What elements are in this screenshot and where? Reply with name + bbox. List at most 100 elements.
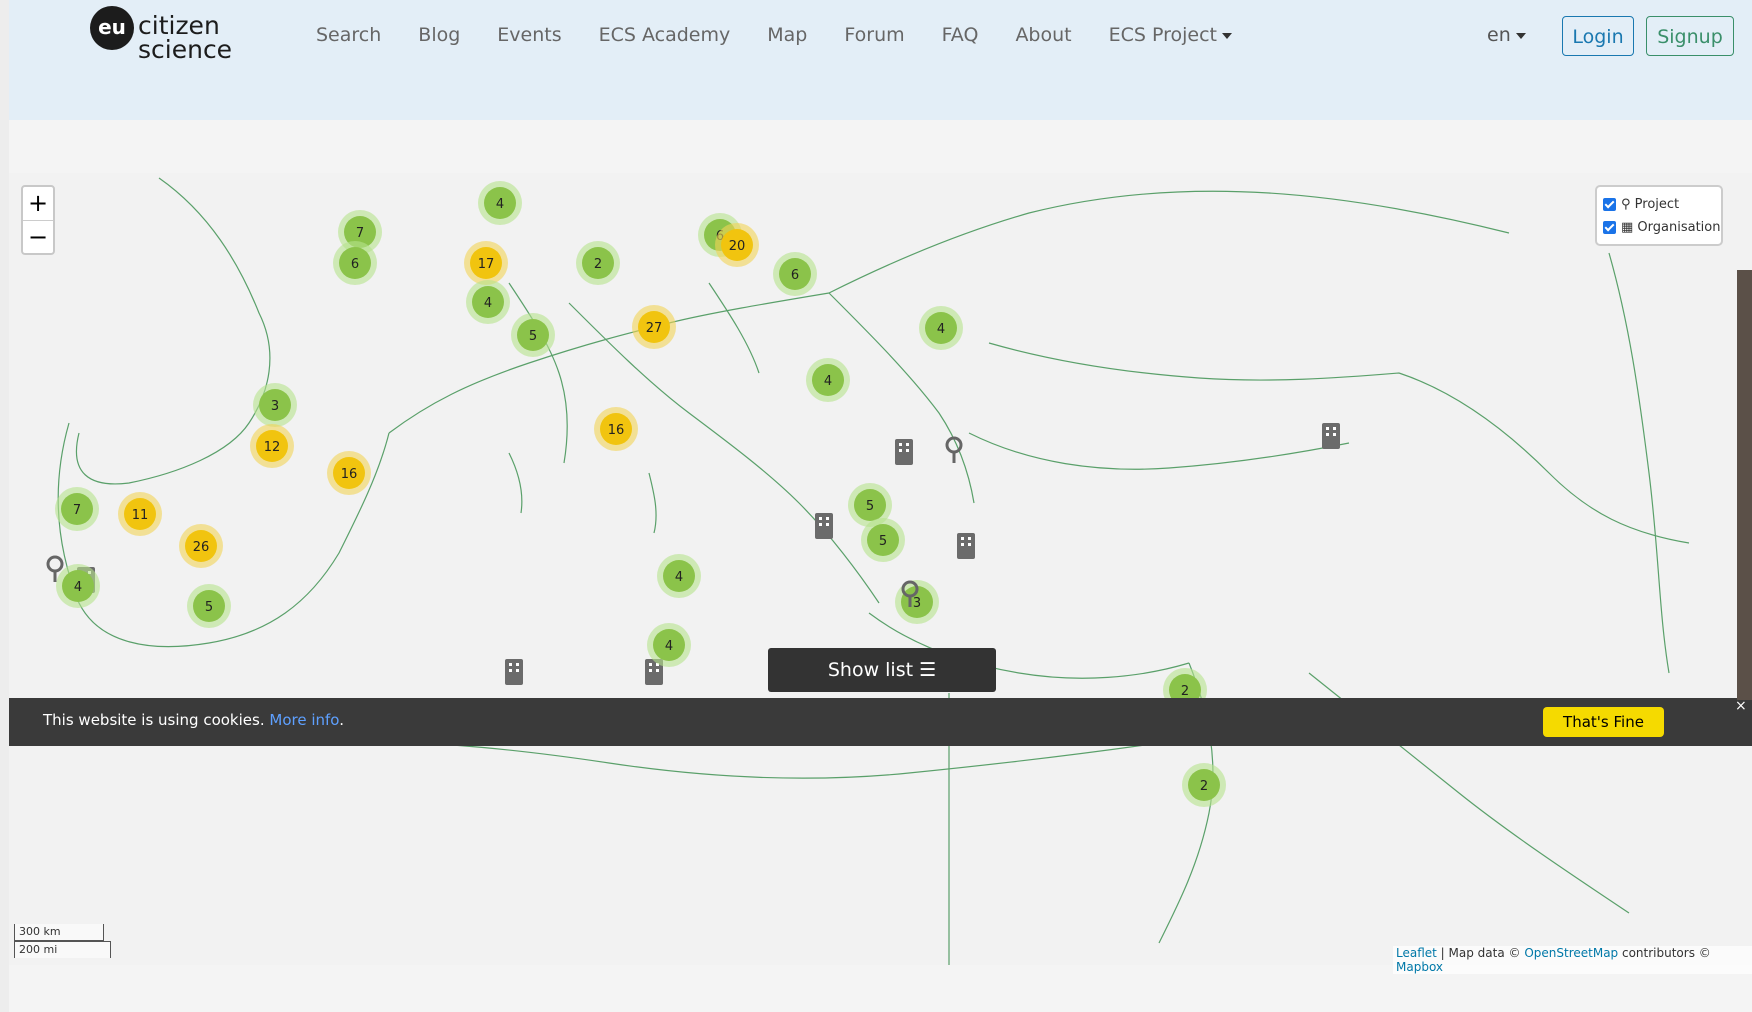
cluster-count: 27: [646, 321, 663, 336]
site-logo[interactable]: eu citizen science: [80, 4, 240, 64]
nav-search[interactable]: Search: [316, 24, 381, 46]
cluster-marker[interactable]: 2: [576, 241, 620, 285]
map-attribution: Leaflet | Map data © OpenStreetMap contr…: [1393, 946, 1752, 974]
map-pin-icon[interactable]: [945, 436, 963, 463]
cluster-marker[interactable]: 16: [594, 407, 638, 451]
cluster-marker[interactable]: 4: [647, 623, 691, 667]
language-selector[interactable]: en: [1487, 24, 1526, 46]
nav-about[interactable]: About: [1015, 24, 1071, 46]
main-nav: Search Blog Events ECS Academy Map Forum…: [316, 24, 1269, 46]
cluster-count: 2: [594, 257, 602, 272]
cluster-count: 5: [879, 534, 887, 549]
layer-project-label: Project: [1634, 197, 1680, 212]
logo-wordmark: citizen science: [138, 13, 233, 64]
cluster-marker[interactable]: 26: [179, 524, 223, 568]
building-icon[interactable]: [1322, 423, 1340, 449]
zoom-in-button[interactable]: +: [23, 187, 53, 221]
cluster-marker[interactable]: 6: [333, 241, 377, 285]
layer-filter: ⚲ Project ▦ Organisation: [1595, 185, 1723, 246]
nav-faq[interactable]: FAQ: [942, 24, 979, 46]
logo-line-2: science: [138, 35, 233, 64]
cluster-count: 12: [264, 440, 281, 455]
cluster-marker[interactable]: 5: [187, 584, 231, 628]
caspian-coast: [1608, 252, 1670, 674]
cluster-count: 4: [937, 322, 945, 337]
scale-metric: 300 km: [14, 924, 104, 941]
cluster-marker[interactable]: 20: [715, 223, 759, 267]
cluster-marker[interactable]: 27: [632, 305, 676, 349]
scrollbar[interactable]: [1737, 270, 1752, 700]
cluster-marker[interactable]: 7: [55, 487, 99, 531]
cluster-marker[interactable]: 11: [118, 492, 162, 536]
map-canvas[interactable]: 47617452620627443121616711264555443252: [9, 173, 1752, 965]
cluster-marker[interactable]: 2: [1182, 763, 1226, 807]
cluster-marker[interactable]: 3: [253, 383, 297, 427]
page-edge: [0, 0, 9, 1012]
zoom-out-button[interactable]: −: [23, 221, 53, 254]
eu-logo-mark: eu: [90, 6, 134, 50]
layer-project-toggle[interactable]: ⚲ Project: [1603, 193, 1721, 216]
osm-link[interactable]: OpenStreetMap: [1524, 946, 1618, 960]
login-button[interactable]: Login: [1562, 16, 1634, 56]
cluster-count: 4: [675, 570, 683, 585]
caspian-border: [1398, 372, 1690, 544]
cluster-marker[interactable]: 4: [657, 554, 701, 598]
cluster-count: 16: [608, 423, 625, 438]
country-borders: [9, 177, 1690, 965]
cluster-count: 4: [484, 296, 492, 311]
cluster-count: 2: [1181, 684, 1189, 699]
austria-border: [708, 282, 760, 374]
nav-map[interactable]: Map: [767, 24, 807, 46]
cluster-marker[interactable]: 4: [466, 280, 510, 324]
cluster-count: 5: [866, 499, 874, 514]
nav-events[interactable]: Events: [497, 24, 561, 46]
nav-ecs-project-label: ECS Project: [1108, 24, 1218, 46]
signup-button[interactable]: Signup: [1646, 16, 1734, 56]
cluster-marker[interactable]: 4: [919, 306, 963, 350]
cluster-marker[interactable]: 12: [250, 424, 294, 468]
caret-down-icon: [1222, 32, 1233, 39]
layer-organisation-toggle[interactable]: ▦ Organisation: [1603, 216, 1721, 239]
cluster-count: 3: [913, 596, 921, 611]
cookie-more-info-link[interactable]: More info: [269, 711, 339, 729]
leaflet-link[interactable]: Leaflet: [1396, 946, 1437, 960]
checkbox-icon[interactable]: [1603, 198, 1616, 211]
close-icon[interactable]: ×: [1735, 698, 1747, 714]
nav-blog[interactable]: Blog: [418, 24, 460, 46]
checkbox-icon[interactable]: [1603, 221, 1616, 234]
nav-ecs-academy[interactable]: ECS Academy: [599, 24, 731, 46]
black-sea-south: [968, 432, 1350, 470]
cluster-count: 4: [74, 580, 82, 595]
cluster-marker[interactable]: 4: [56, 564, 100, 608]
cluster-count: 4: [824, 374, 832, 389]
language-label: en: [1487, 24, 1511, 46]
layer-organisation-label: Organisation: [1637, 220, 1721, 235]
mapbox-link[interactable]: Mapbox: [1396, 960, 1443, 974]
building-icon[interactable]: [957, 533, 975, 559]
cluster-count: 4: [665, 639, 673, 654]
cluster-marker[interactable]: 17: [464, 241, 508, 285]
cluster-count: 6: [791, 268, 799, 283]
cluster-count: 17: [478, 257, 495, 272]
cluster-marker[interactable]: 5: [861, 518, 905, 562]
show-list-button[interactable]: Show list ☰: [768, 648, 996, 692]
cluster-count: 20: [729, 239, 746, 254]
coastline-1: [75, 177, 271, 485]
attribution-text-2: contributors ©: [1618, 946, 1711, 960]
cluster-marker[interactable]: 6: [773, 252, 817, 296]
nav-forum[interactable]: Forum: [844, 24, 904, 46]
cluster-marker[interactable]: 5: [511, 313, 555, 357]
cluster-marker[interactable]: 4: [478, 181, 522, 225]
map-scale: 300 km 200 mi: [14, 924, 111, 958]
cluster-marker[interactable]: 4: [806, 358, 850, 402]
cluster-count: 6: [351, 257, 359, 272]
building-icon[interactable]: [505, 659, 523, 685]
cluster-count: 7: [73, 503, 81, 518]
nav-ecs-project-dropdown[interactable]: ECS Project: [1108, 24, 1233, 46]
cluster-marker[interactable]: 16: [327, 451, 371, 495]
caret-down-icon: [1515, 32, 1526, 39]
building-icon[interactable]: [895, 439, 913, 465]
cookie-accept-button[interactable]: That's Fine: [1543, 707, 1664, 737]
building-icon[interactable]: [815, 513, 833, 539]
project-map[interactable]: 47617452620627443121616711264555443252: [9, 173, 1752, 965]
